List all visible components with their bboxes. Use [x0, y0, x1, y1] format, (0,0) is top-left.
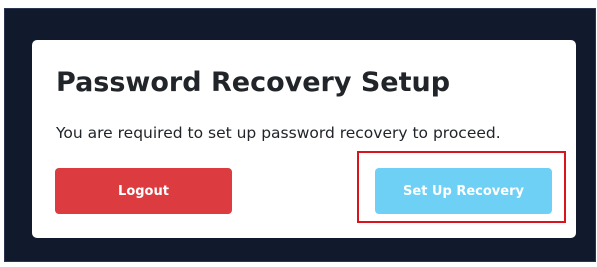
logout-button[interactable]: Logout: [55, 168, 232, 214]
set-up-recovery-button[interactable]: Set Up Recovery: [375, 168, 552, 214]
dialog-title: Password Recovery Setup: [56, 67, 451, 98]
dialog-message: You are required to set up password reco…: [56, 124, 501, 142]
password-recovery-dialog: Password Recovery Setup You are required…: [32, 40, 576, 238]
